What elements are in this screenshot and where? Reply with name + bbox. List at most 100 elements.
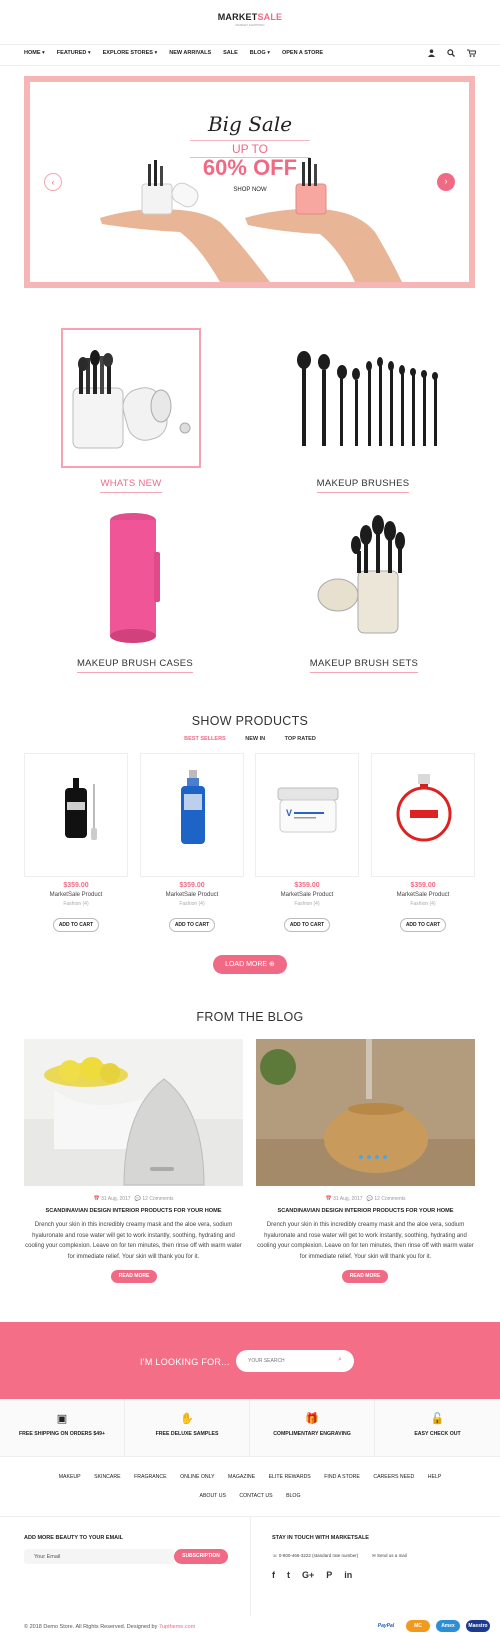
designer-link[interactable]: 7uptheme.com — [159, 1624, 195, 1630]
pink-case-image — [110, 513, 160, 643]
hero-headline: Big Sale — [207, 112, 293, 136]
copyright: © 2018 Demo Store. All Rights Reserved. … — [24, 1624, 195, 1630]
blog-section-title: FROM THE BLOG — [196, 1010, 304, 1024]
contact-email[interactable]: ✉ Send us a mail — [372, 1553, 407, 1559]
perfume-bottle-image — [396, 774, 452, 842]
product-name[interactable]: MarketSale Product — [255, 892, 359, 898]
google-plus-icon[interactable]: G+ — [302, 1570, 314, 1580]
footer-link[interactable]: SKINCARE — [94, 1474, 121, 1480]
search-label: I'M LOOKING FOR... — [140, 1357, 230, 1367]
product-card[interactable] — [140, 753, 244, 877]
footer-link[interactable]: HELP — [428, 1474, 442, 1480]
category-brush-sets[interactable] — [316, 515, 411, 637]
pinterest-icon[interactable]: P — [326, 1570, 332, 1580]
svg-text:V: V — [286, 808, 292, 818]
add-to-cart-button[interactable]: ADD TO CART — [400, 918, 446, 932]
site-logo[interactable]: MARKETSALE MARKET SHOPPING — [0, 12, 500, 27]
hero-banner[interactable]: Big Sale UP TO 60% OFF SHOP NOW ‹ › — [24, 76, 475, 288]
add-to-cart-button[interactable]: ADD TO CART — [284, 918, 330, 932]
read-more-button[interactable]: READ MORE — [111, 1270, 157, 1283]
wood-diffuser-image — [256, 1039, 475, 1186]
header-icons — [428, 49, 476, 57]
footer-link[interactable]: BLOG — [286, 1493, 300, 1499]
social-links: f t G+ P in — [272, 1570, 352, 1580]
nav-featured[interactable]: FEATURED ▾ — [57, 50, 91, 56]
cart-icon[interactable] — [467, 49, 476, 57]
category-label[interactable]: MAKEUP BRUSH SETS — [264, 658, 464, 673]
footer-link[interactable]: ONLINE ONLY — [180, 1474, 215, 1480]
category-label[interactable]: MAKEUP BRUSHES — [263, 478, 463, 493]
nav-new-arrivals[interactable]: NEW ARRIVALS — [169, 50, 211, 56]
footer-link[interactable]: CAREERS NEED — [373, 1474, 414, 1480]
plus-circle-icon: ⊕ — [269, 961, 275, 968]
product-category: Fashion (4) — [179, 901, 205, 907]
facebook-icon[interactable]: f — [272, 1570, 275, 1580]
blog-title[interactable]: SCANDINAVIAN DESIGN INTERIOR PRODUCTS FO… — [256, 1208, 475, 1214]
product-price: $359.00 — [410, 882, 436, 889]
footer-link[interactable]: ABOUT US — [199, 1493, 225, 1499]
product-category: Fashion (4) — [294, 901, 320, 907]
subscribe-button[interactable]: SUBSCRIPTION — [174, 1549, 228, 1564]
logo-main: MARKET — [217, 12, 258, 22]
footer-link[interactable]: FRAGRANCE — [134, 1474, 167, 1480]
linkedin-icon[interactable]: in — [344, 1570, 352, 1580]
nav-sale[interactable]: SALE — [223, 50, 238, 56]
product-name[interactable]: MarketSale Product — [24, 892, 128, 898]
tab-new-in[interactable]: NEW IN — [245, 736, 265, 742]
footer-link[interactable]: CONTACT US — [239, 1493, 272, 1499]
logo-accent: SALE — [257, 12, 283, 22]
product-card[interactable] — [371, 753, 475, 877]
add-to-cart-button[interactable]: ADD TO CART — [169, 918, 215, 932]
features-row: ▣ FREE SHIPPING ON ORDERS $49+ ✋ FREE DELU… — [0, 1399, 500, 1457]
footer-link[interactable]: MAKEUP — [59, 1474, 81, 1480]
load-more-button[interactable]: LOAD MORE ⊕ — [213, 955, 287, 974]
slider-next-button[interactable]: › — [437, 173, 455, 191]
search-placeholder: YOUR SEARCH — [248, 1358, 285, 1364]
hero-discount: 60% OFF — [202, 155, 298, 180]
category-label[interactable]: MAKEUP BRUSH CASES — [35, 658, 235, 673]
nav-open-a-store[interactable]: OPEN A STORE — [282, 50, 323, 56]
brush-set-image — [317, 515, 405, 634]
feature-label: FREE DELUXE SAMPLES — [155, 1431, 219, 1437]
product-card[interactable] — [24, 753, 128, 877]
nav-home[interactable]: HOME ▾ — [24, 50, 45, 56]
footer-link[interactable]: ELITE REWARDS — [269, 1474, 311, 1480]
footer-links-row2: ABOUT US CONTACT US BLOG — [0, 1493, 500, 1499]
footer-link[interactable]: FIND A STORE — [324, 1474, 360, 1480]
nav-explore-stores[interactable]: EXPLORE STORES ▾ — [103, 50, 158, 56]
product-card[interactable]: V — [255, 753, 359, 877]
blog-meta: 📅 31 Aug, 2017 💬 12 Comments — [325, 1196, 406, 1202]
user-icon[interactable] — [428, 49, 435, 57]
blog-image[interactable] — [24, 1039, 243, 1186]
phone-icon: ☏ — [272, 1553, 278, 1558]
category-whats-new[interactable] — [61, 328, 201, 468]
category-label[interactable]: WHATS NEW — [31, 478, 231, 493]
read-more-button[interactable]: READ MORE — [342, 1270, 388, 1283]
slider-prev-button[interactable]: ‹ — [44, 173, 62, 191]
search-icon[interactable]: ⌕ — [338, 1356, 342, 1364]
lock-icon: 🔓 — [430, 1413, 445, 1425]
tab-top-rated[interactable]: TOP RATED — [285, 736, 316, 742]
brushes-image — [297, 351, 438, 446]
feature-label: FREE SHIPPING ON ORDERS $49+ — [18, 1431, 106, 1437]
search-icon[interactable] — [447, 49, 455, 57]
serum-bottle-image — [65, 778, 97, 840]
hero-shop-now-link[interactable]: SHOP NOW — [190, 187, 310, 193]
brush-case-image — [72, 350, 191, 449]
footer-link[interactable]: MAGAZINE — [228, 1474, 255, 1480]
twitter-icon[interactable]: t — [287, 1570, 290, 1580]
blog-title[interactable]: SCANDINAVIAN DESIGN INTERIOR PRODUCTS FO… — [24, 1208, 243, 1214]
nav-blog[interactable]: BLOG ▾ — [250, 50, 270, 56]
amex-icon: Amex — [436, 1620, 460, 1632]
contact-title: STAY IN TOUCH WITH MARKETSALE — [272, 1535, 369, 1541]
footer-vertical-divider — [250, 1516, 251, 1616]
add-to-cart-button[interactable]: ADD TO CART — [53, 918, 99, 932]
blog-image[interactable] — [256, 1039, 475, 1186]
tab-best-sellers[interactable]: BEST SELLERS — [184, 736, 226, 742]
category-makeup-brushes[interactable] — [294, 350, 444, 455]
category-brush-cases[interactable] — [108, 512, 163, 644]
product-price: $359.00 — [63, 882, 89, 889]
product-name[interactable]: MarketSale Product — [140, 892, 244, 898]
product-name[interactable]: MarketSale Product — [371, 892, 475, 898]
copyright-text: © 2018 Demo Store. All Rights Reserved. … — [24, 1624, 159, 1630]
